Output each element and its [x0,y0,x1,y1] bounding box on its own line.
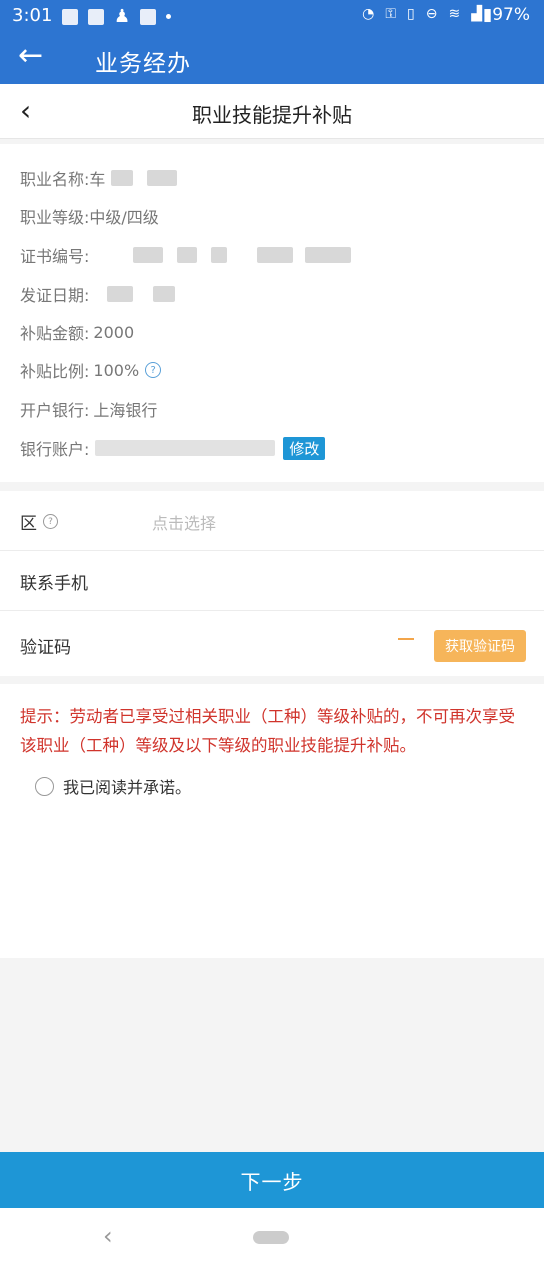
district-label: 区 ? [20,509,58,534]
dnd-icon: ⊖ [425,6,438,22]
account-row: 银行账户: 修改 [20,436,326,460]
nav-back-icon[interactable]: ‹ [103,1222,113,1250]
battery-percent: 97% [492,5,530,25]
level-row: 职业等级: 中级/四级 [20,204,159,228]
alarm-icon: ◔ [362,6,375,22]
page-title: 职业技能提升补贴 [192,103,352,127]
notice-section: 提示：劳动者已享受过相关职业（工种）等级补贴的，不可再次享受该职业（工种）等级及… [0,684,544,958]
ratio-row: 补贴比例: 100% ? [20,358,162,382]
system-icons: ◔ ⚿ ▯ ⊖ ≋ ▟ [362,6,482,22]
home-pill-icon[interactable] [253,1231,289,1244]
occupation-name-label: 职业名称: [20,170,90,189]
key-icon: ⚿ [385,6,397,22]
ratio-label: 补贴比例: [20,362,90,381]
masked-text [111,170,134,186]
cert-number-label: 证书编号: [20,247,90,266]
status-bar: 3:01 ♟ ◔ ⚿ ▯ ⊖ ≋ ▟ ▮97% [0,0,544,32]
bank-row: 开户银行: 上海银行 [20,397,157,421]
amount-label: 补贴金额: [20,324,90,343]
district-label-text: 区 [20,514,37,534]
district-row[interactable]: 区 ? 点击选择 [0,491,544,551]
page-header: ‹ 职业技能提升补贴 [0,84,544,139]
notice-text: 提示：劳动者已享受过相关职业（工种）等级补贴的，不可再次享受该职业（工种）等级及… [20,707,515,755]
promise-label: 我已阅读并承诺。 [63,778,192,797]
masked-text [133,247,164,263]
status-time: 3:01 [12,5,53,26]
system-nav-bar: ‹ [0,1208,544,1271]
ratio-value: 100% [93,360,140,380]
help-icon[interactable]: ? [145,362,162,378]
masked-text [177,247,198,263]
masked-account [95,440,276,456]
bank-value: 上海银行 [93,401,158,420]
info-section: 职业名称: 车 职业等级: 中级/四级 证书编号: 发证日期: 补贴金额: 20… [0,144,544,482]
level-value: 中级/四级 [89,208,159,227]
amount-value: 2000 [93,322,135,342]
account-label: 银行账户: [20,440,90,459]
vibrate-icon: ▯ [407,6,415,22]
issue-date-label: 发证日期: [20,286,90,305]
code-input[interactable] [398,638,414,640]
battery-indicator: ▮97% [482,5,530,25]
more-dot-icon [166,14,172,19]
issue-date-row: 发证日期: [20,282,176,306]
masked-text [107,286,134,302]
edit-account-button[interactable]: 修改 [283,436,326,460]
back-arrow-icon[interactable]: ← [18,40,43,72]
masked-text [211,247,228,263]
masked-text [147,170,178,186]
cert-number-row: 证书编号: [20,243,352,267]
form-section: 区 ? 点击选择 联系手机 验证码 获取验证码 [0,491,544,676]
news-icon [88,8,104,25]
signal-icon: ▟ [471,6,482,22]
promise-checkbox[interactable]: 我已阅读并承诺。 [35,774,191,798]
help-icon[interactable]: ? [43,514,58,529]
wifi-icon: ≋ [448,6,461,22]
masked-text [257,247,294,263]
district-select[interactable]: 点击选择 [152,510,216,534]
masked-text [305,247,352,263]
image-icon [62,8,78,25]
occupation-name-value: 车 [89,170,106,189]
get-code-button[interactable]: 获取验证码 [434,630,526,662]
level-label: 职业等级: [20,208,90,227]
bank-label: 开户银行: [20,401,90,420]
code-label: 验证码 [20,638,71,658]
notification-icons: ♟ [62,6,172,27]
app-bar-title: 业务经办 [95,51,191,77]
penguin-icon: ♟ [114,6,131,27]
app-bar: ← 业务经办 [0,32,544,84]
app-icon [140,8,157,25]
radio-icon[interactable] [35,776,54,796]
phone-row[interactable]: 联系手机 [0,551,544,611]
phone-label: 联系手机 [20,574,88,594]
masked-text [153,286,176,302]
next-button[interactable]: 下一步 [0,1152,544,1208]
occupation-name-row: 职业名称: 车 [20,166,178,190]
amount-row: 补贴金额: 2000 [20,320,134,344]
